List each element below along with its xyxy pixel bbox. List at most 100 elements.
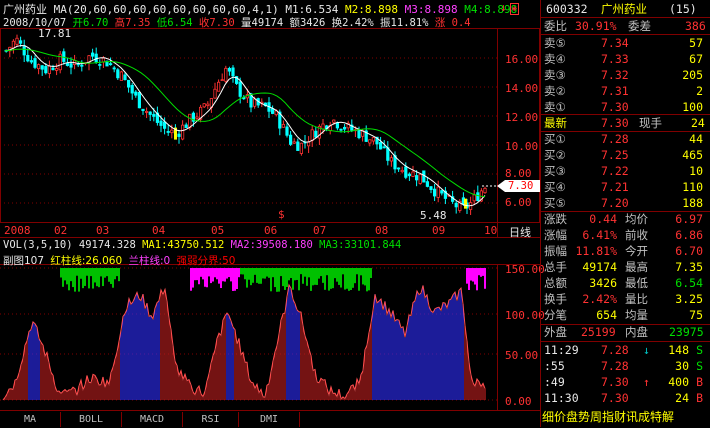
candle-body [288,134,293,145]
stat-row: 振幅 11.81% 今开 6.70 [541,243,710,259]
tick-row: 11:29 7.28 ↓ 148 S [541,342,710,358]
candle-body [371,137,376,142]
stat-label: 振幅 [544,244,567,258]
tick-time: :49 [544,375,565,389]
candle-body [37,64,41,70]
candle-body [40,65,44,70]
stock-rank: (15) [669,2,697,16]
candle-body [98,64,102,66]
ask-volume: 57 [689,36,703,50]
candle-body [314,130,318,138]
tick-price: 7.28 [601,343,629,357]
tab-dmi[interactable]: DMI [239,412,300,427]
tick-volume: 30 [675,359,689,373]
ask-row: 卖② 7.31 2 [541,83,710,99]
candle-body [152,114,156,117]
candle-body [299,142,304,154]
outer-inner-row: 外盘 25199 内盘 23975 [541,324,710,340]
candle-body [422,170,426,183]
candle-body [80,64,84,67]
candle-body [137,91,141,109]
vol-ma3: MA3:33101.844 [319,239,402,251]
candle-body [51,67,55,71]
tab-rsi[interactable]: RSI [183,412,239,427]
bid-row: 买⑤ 7.20 188 [541,195,710,211]
bid-price: 7.28 [601,132,629,146]
ask-volume: 100 [682,100,703,114]
header-arrow-icons[interactable]: ↓ ◈ [500,1,520,15]
candle-body [425,181,430,187]
candle-body [238,81,242,97]
stat-row: 涨跌 0.44 均价 6.97 [541,211,710,227]
time-axis: 2008 02 03 04 05 06 07 08 09 10 日线 [0,224,540,240]
bid-row: 买③ 7.22 10 [541,163,710,179]
ask-price: 7.33 [601,52,629,66]
candle-body [65,63,69,66]
candle-body [252,98,257,107]
tick-row: :49 7.30 ↑ 400 B [541,374,710,390]
arrow-down-icon[interactable]: ↓ [500,1,507,14]
ask-price: 7.34 [601,36,629,50]
candle-body [368,139,372,144]
price-tick: 6.00 [505,196,532,209]
candle-body [112,67,116,70]
tick-arrow: ↑ [643,375,650,389]
tab-macd[interactable]: MACD [122,412,183,427]
stat-value: 49174 [582,260,617,274]
ask-label: 卖④ [544,52,566,66]
period-label[interactable]: 日线 [509,224,531,240]
xianshou-value: 24 [691,116,705,130]
ask-volume: 205 [682,68,703,82]
sub-blue-value: 兰柱线:0 [128,255,171,267]
bar-amplitude: 振11.81% [380,17,429,29]
highlight-candle [464,198,467,209]
ask-row: 卖① 7.30 100 [541,99,710,115]
sub-tick: 50.00 [505,349,539,362]
panel-title: 600332 广州药业 (15) [541,1,710,17]
stat-value: 6.97 [675,212,703,226]
kline-chart-area[interactable]: $ [0,0,540,410]
candle-body [404,166,408,178]
candle-body [166,131,170,133]
shortcut-links[interactable]: 细价盘势周指财讯成特解 [542,410,674,424]
candle-body [170,129,174,134]
ask-label: 卖③ [544,68,566,82]
price-tick: 16.00 [505,53,539,66]
candle-body [407,173,412,177]
chart-header-row2: 2008/10/07 开6.70 高7.35 低6.54 收7.30 量4917… [3,15,471,30]
candle-body [130,85,134,94]
tab-boll[interactable]: BOLL [61,412,122,427]
bar-low: 低6.54 [156,17,193,29]
tick-price: 7.30 [601,375,629,389]
settings-box-icon[interactable]: ◈ [509,3,520,15]
candle-body [44,66,48,74]
candle-body [180,124,185,140]
candle-body [22,46,26,56]
bottom-shortcut-bar[interactable]: 细价盘势周指财讯成特解 [540,408,710,427]
bar-volume: 量49174 [241,17,284,29]
tick-volume: 148 [668,343,689,357]
ask-volume: 67 [689,52,703,66]
tab-ma[interactable]: MA [0,412,61,427]
candle-body [454,202,458,208]
candle-body [195,116,199,119]
bid-row: 买① 7.28 44 [541,131,710,147]
candle-body [141,108,145,111]
tick-flag: S [696,359,703,373]
stat-value: 3.25 [675,292,703,306]
stat-row: 涨幅 6.41% 前收 6.86 [541,227,710,243]
bid-row: 买④ 7.21 110 [541,179,710,195]
stat-row: 总手 49174 最高 7.35 [541,259,710,275]
outer-label: 外盘 [544,325,567,339]
candle-body [483,187,487,194]
vol-label: VOL(3,5,10) [3,239,73,251]
sub-tick: 150.00 [505,263,545,276]
candle-body [184,124,188,129]
tick-time: 11:29 [544,343,579,357]
latest-row: 最新 7.30 现手 24 [541,115,710,131]
bid-label: 买② [544,148,566,162]
stat-value: 6.41% [582,228,617,242]
bid-row: 买② 7.25 465 [541,147,710,163]
candle-body [292,141,296,144]
sub-tick: 100.00 [505,309,545,322]
